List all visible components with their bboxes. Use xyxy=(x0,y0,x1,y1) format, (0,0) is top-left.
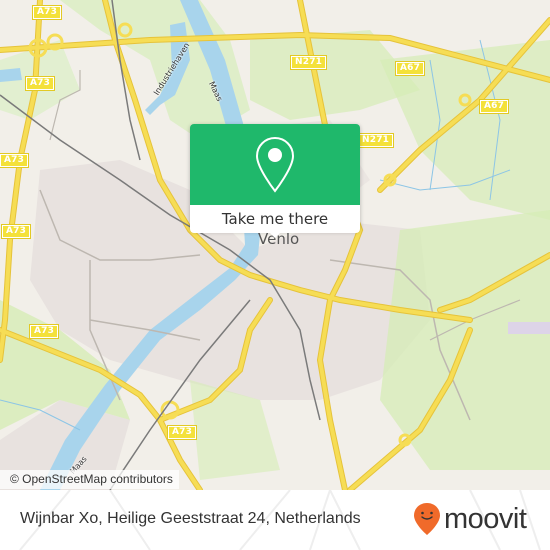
location-popup[interactable]: Take me there xyxy=(190,124,360,238)
road-shield-n271: N271 xyxy=(356,133,395,148)
map-pin-icon xyxy=(255,136,295,193)
road-shield-n271: N271 xyxy=(289,55,328,70)
road-shield-a67: A67 xyxy=(394,61,426,76)
popup-header xyxy=(190,124,360,205)
road-shield-a73: A73 xyxy=(0,224,32,239)
road-shield-a73: A73 xyxy=(28,324,60,339)
location-address: Wijnbar Xo, Heilige Geeststraat 24, Neth… xyxy=(20,510,361,527)
map[interactable]: A73 A73 A73 A73 A73 A73 N271 N271 A67 A6… xyxy=(0,0,550,490)
footer: Wijnbar Xo, Heilige Geeststraat 24, Neth… xyxy=(0,490,550,550)
road-shield-a73: A73 xyxy=(166,425,198,440)
road-shield-a73: A73 xyxy=(0,153,30,168)
popup-tail xyxy=(268,231,282,238)
moovit-pin-icon xyxy=(414,503,440,535)
moovit-logo[interactable]: moovit xyxy=(413,501,527,537)
take-me-there-button[interactable]: Take me there xyxy=(190,205,360,233)
road-shield-a73: A73 xyxy=(24,76,56,91)
moovit-wordmark: moovit xyxy=(444,502,527,535)
map-attribution[interactable]: © OpenStreetMap contributors xyxy=(0,470,179,489)
road-shield-a67: A67 xyxy=(478,99,510,114)
road-shield-a73: A73 xyxy=(31,5,63,20)
